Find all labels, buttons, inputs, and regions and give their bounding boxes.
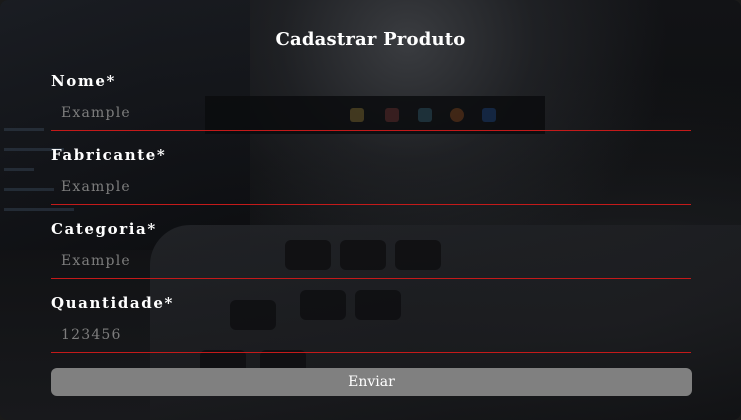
nome-input[interactable] xyxy=(51,95,691,131)
quantidade-label: Quantidade* xyxy=(51,294,174,312)
fabricante-input[interactable] xyxy=(51,169,691,205)
enviar-button[interactable]: Enviar xyxy=(51,368,692,396)
product-form: Cadastrar Produto Nome* Fabricante* Cate… xyxy=(0,0,741,420)
categoria-input[interactable] xyxy=(51,243,691,279)
quantidade-input[interactable] xyxy=(51,317,691,353)
nome-label: Nome* xyxy=(51,72,116,90)
form-title: Cadastrar Produto xyxy=(275,29,466,50)
app-window: Cadastrar Produto Nome* Fabricante* Cate… xyxy=(0,0,741,420)
categoria-label: Categoria* xyxy=(51,220,157,238)
fabricante-label: Fabricante* xyxy=(51,146,167,164)
